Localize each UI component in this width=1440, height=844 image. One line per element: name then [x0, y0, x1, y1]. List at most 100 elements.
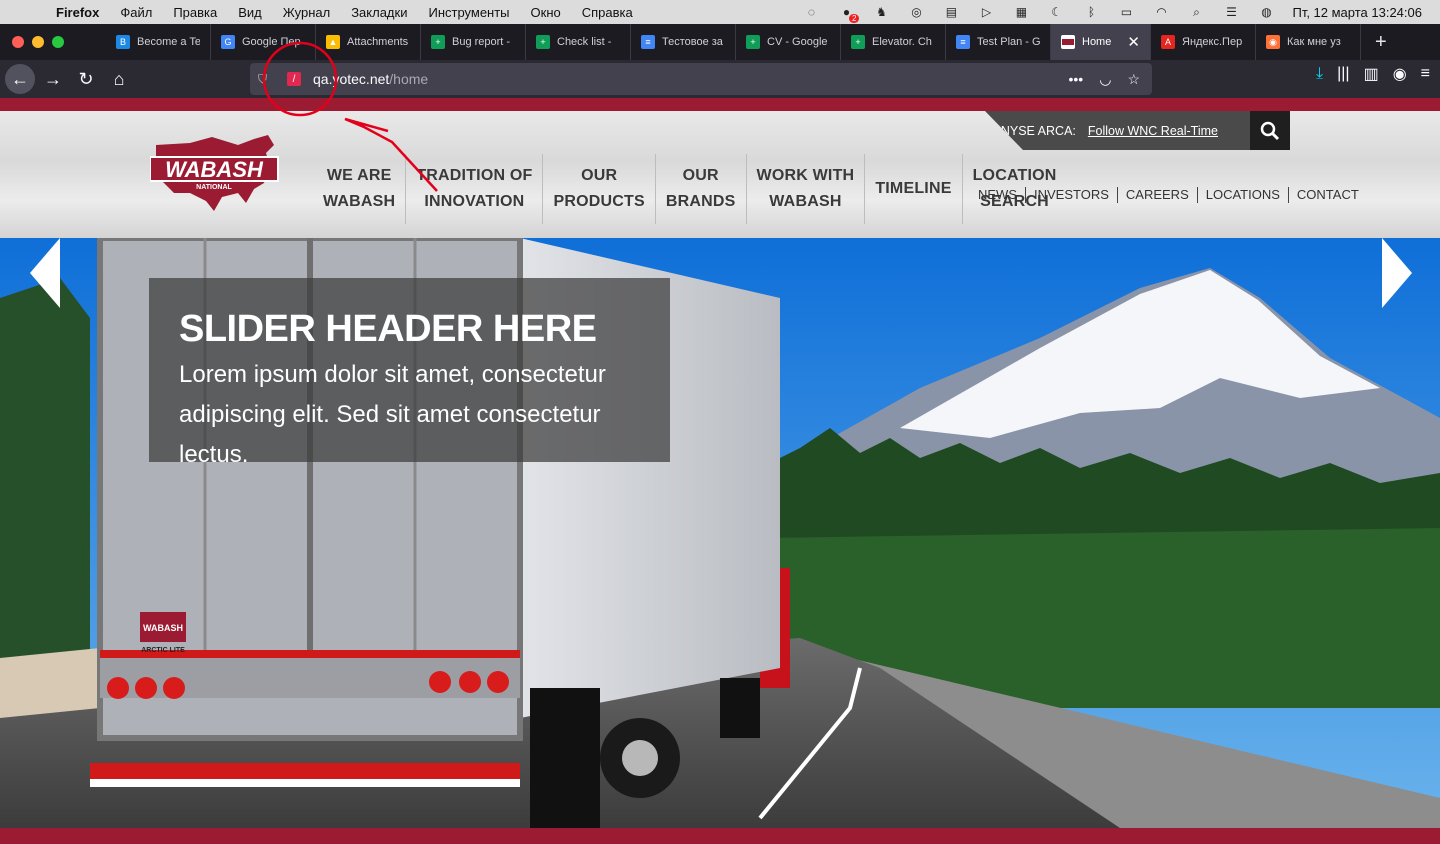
- app-menu-icon[interactable]: ≡: [1421, 65, 1430, 83]
- viber-icon[interactable]: ◌: [802, 5, 820, 19]
- tab-after-0[interactable]: A Яндекс.Пер: [1151, 24, 1256, 60]
- nav-our-products[interactable]: OUR PRODUCTS: [543, 154, 656, 224]
- util-careers[interactable]: CAREERS: [1118, 187, 1198, 203]
- site-search-button[interactable]: [1250, 111, 1290, 150]
- tab-favicon-icon: G: [221, 35, 235, 49]
- menu-bookmarks[interactable]: Закладки: [351, 5, 407, 20]
- tab-after-1[interactable]: ◉ Как мне уз: [1256, 24, 1361, 60]
- slider-prev-arrow-icon[interactable]: [30, 238, 62, 308]
- menu-window[interactable]: Окно: [531, 5, 561, 20]
- logo-subtext: NATIONAL: [196, 184, 232, 191]
- address-bar[interactable]: ⛉ / qa.yotec.net/home ••• ◡ ☆: [250, 63, 1152, 95]
- tab-title: Check list -: [557, 36, 612, 48]
- wabash-favicon-icon: [1061, 35, 1075, 49]
- tab-0[interactable]: B Become a Te: [106, 24, 211, 60]
- menu-history[interactable]: Журнал: [283, 5, 330, 20]
- close-tab-icon[interactable]: ✕: [1127, 33, 1140, 51]
- zoom-window-button[interactable]: [52, 36, 64, 48]
- tab-1[interactable]: G Google Пер: [211, 24, 316, 60]
- main-navigation: WE ARE WABASH TRADITION OF INNOVATION OU…: [313, 154, 1067, 224]
- tab-home[interactable]: Home ✕: [1051, 24, 1151, 60]
- wabash-logo[interactable]: WABASH NATIONAL: [150, 131, 282, 213]
- stack-icon[interactable]: ▤: [942, 5, 960, 19]
- nav-work-with-wabash[interactable]: WORK WITH WABASH: [747, 154, 866, 224]
- tab-title: Elevator. Ch: [872, 36, 932, 48]
- tab-title: CV - Google: [767, 36, 828, 48]
- tab-8[interactable]: ≡ Test Plan - G: [946, 24, 1051, 60]
- search-icon: [1260, 121, 1280, 140]
- search-icon[interactable]: ⌕: [1187, 5, 1205, 19]
- menu-view[interactable]: Вид: [238, 5, 262, 20]
- truck-model-label: ARCTIC LITE: [141, 647, 185, 654]
- reload-button[interactable]: ↻: [71, 64, 101, 94]
- control-center-icon[interactable]: ☰: [1222, 5, 1240, 19]
- tab-title: Google Пер: [242, 36, 301, 48]
- tab-title: Attachments: [347, 36, 409, 48]
- minimize-window-button[interactable]: [32, 36, 44, 48]
- tab-title: Test Plan - G: [977, 36, 1040, 48]
- nav-we-are-wabash[interactable]: WE ARE WABASH: [313, 154, 407, 224]
- download-icon[interactable]: ⤓: [1316, 65, 1323, 83]
- notification-badge: 2: [849, 14, 860, 23]
- insecure-lock-icon[interactable]: /: [287, 72, 301, 86]
- nyse-link[interactable]: Follow WNC Real-Time: [1088, 124, 1218, 138]
- new-tab-button[interactable]: +: [1375, 31, 1387, 54]
- tab-5[interactable]: ≡ Тестовое за: [631, 24, 736, 60]
- menu-app-firefox[interactable]: Firefox: [56, 5, 99, 20]
- tabs-group: B Become a Te G Google Пер ▲ Attachments + Bug …: [106, 24, 1051, 60]
- forward-button[interactable]: →: [38, 64, 68, 94]
- tab-2[interactable]: ▲ Attachments: [316, 24, 421, 60]
- tab-7[interactable]: + Elevator. Ch: [841, 24, 946, 60]
- flag-icon[interactable]: ▦: [1012, 5, 1030, 19]
- util-investors[interactable]: INVESTORS: [1026, 187, 1118, 203]
- tab-4[interactable]: + Check list -: [526, 24, 631, 60]
- nav-timeline[interactable]: TIMELINE: [865, 154, 963, 224]
- close-window-button[interactable]: [12, 36, 24, 48]
- moon-icon[interactable]: ☾: [1047, 5, 1065, 19]
- wifi-icon[interactable]: ◠: [1152, 5, 1170, 19]
- evernote-icon[interactable]: ♞: [872, 5, 890, 19]
- menu-help[interactable]: Справка: [582, 5, 633, 20]
- nav-tradition-of-innovation[interactable]: TRADITION OF INNOVATION: [406, 154, 544, 224]
- tab-3[interactable]: + Bug report -: [421, 24, 526, 60]
- account-icon[interactable]: ◉: [1393, 64, 1407, 84]
- menu-edit[interactable]: Правка: [173, 5, 217, 20]
- tabs-group-after: A Яндекс.Пер ◉ Как мне уз: [1151, 24, 1361, 60]
- tab-strip: B Become a Te G Google Пер ▲ Attachments + Bug …: [0, 24, 1440, 60]
- page-actions-icon[interactable]: •••: [1069, 71, 1084, 88]
- tab-favicon-icon: +: [431, 35, 445, 49]
- bottom-brand-line: [0, 828, 1440, 844]
- tracking-shield-icon[interactable]: ⛉: [258, 72, 272, 87]
- url-text[interactable]: qa.yotec.net/home: [313, 71, 428, 87]
- logo-text: WABASH: [165, 157, 264, 182]
- util-news[interactable]: NEWS: [970, 187, 1026, 203]
- tab-favicon-icon: +: [746, 35, 760, 49]
- util-locations[interactable]: LOCATIONS: [1198, 187, 1289, 203]
- utility-navigation: NEWS INVESTORS CAREERS LOCATIONS CONTACT: [970, 187, 1367, 203]
- siri-icon[interactable]: ◍: [1257, 5, 1275, 19]
- home-button[interactable]: ⌂: [104, 64, 134, 94]
- notification-icon[interactable]: ● 2: [837, 5, 860, 23]
- clock[interactable]: Пт, 12 марта 13:24:06: [1292, 5, 1422, 20]
- nav-our-brands[interactable]: OUR BRANDS: [656, 154, 747, 224]
- tab-6[interactable]: + CV - Google: [736, 24, 841, 60]
- tab-title: Как мне уз: [1287, 36, 1341, 48]
- bluetooth-icon[interactable]: ᛒ: [1082, 5, 1100, 19]
- sync-icon[interactable]: ◎: [907, 5, 925, 19]
- back-button[interactable]: ←: [5, 64, 35, 94]
- window-controls: [12, 36, 106, 48]
- util-contact[interactable]: CONTACT: [1289, 187, 1367, 203]
- macos-menubar: Firefox Файл Правка Вид Журнал Закладки …: [0, 0, 1440, 24]
- bookmark-star-icon[interactable]: ☆: [1127, 71, 1140, 88]
- sidebar-icon[interactable]: ▥: [1364, 64, 1379, 84]
- menu-file[interactable]: Файл: [120, 5, 152, 20]
- tab-favicon-icon: ≡: [956, 35, 970, 49]
- pocket-icon[interactable]: ◡: [1099, 71, 1111, 88]
- battery-icon[interactable]: ▭: [1117, 5, 1135, 19]
- menu-tools[interactable]: Инструменты: [428, 5, 509, 20]
- tab-favicon-icon: +: [851, 35, 865, 49]
- slider-next-arrow-icon[interactable]: [1380, 238, 1412, 308]
- play-icon[interactable]: ▷: [977, 5, 995, 19]
- tab-favicon-icon: A: [1161, 35, 1175, 49]
- library-icon[interactable]: |||: [1337, 65, 1349, 83]
